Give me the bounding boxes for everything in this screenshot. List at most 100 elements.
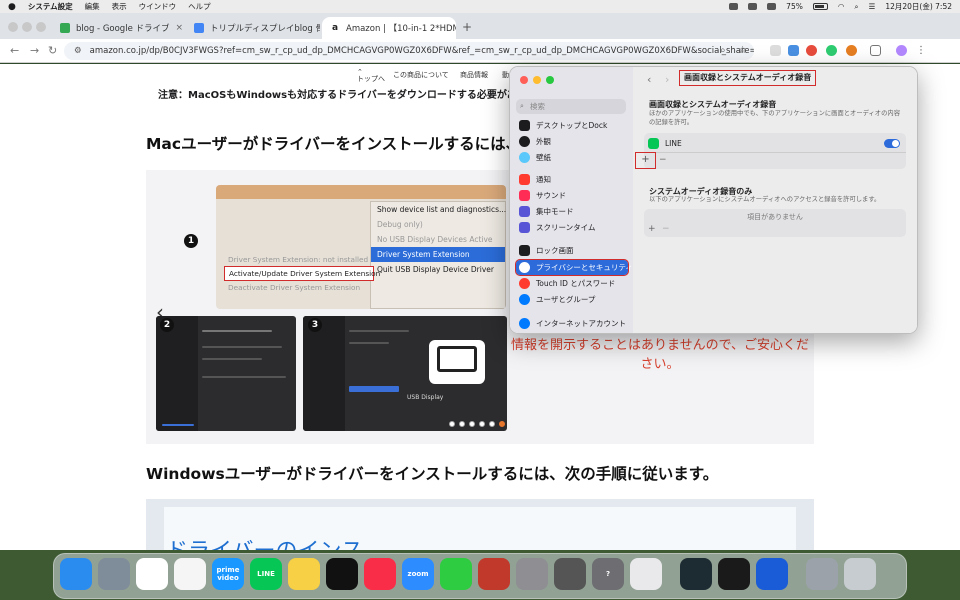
zoom-window-button[interactable] <box>546 76 554 84</box>
profile-avatar[interactable] <box>896 45 907 56</box>
dock-mouse-icon[interactable] <box>478 558 510 590</box>
dock-chrome-icon[interactable] <box>136 558 168 590</box>
dock-photos-icon[interactable] <box>174 558 206 590</box>
close-tab-icon[interactable]: × <box>170 23 184 33</box>
sidebar-item-sound[interactable]: サウンド <box>516 188 628 203</box>
extension-icon[interactable] <box>826 45 837 56</box>
minimize-window-button[interactable] <box>22 22 32 32</box>
browser-menu-icon[interactable]: ⋮ <box>916 45 927 56</box>
dock-downloads-icon[interactable] <box>806 558 838 590</box>
address-bar[interactable]: ⚙ amazon.co.jp/dp/B0CJV3FWGS?ref=cm_sw_r… <box>64 42 754 60</box>
extension-icon[interactable] <box>788 45 799 56</box>
battery-icon[interactable] <box>812 3 828 10</box>
dock-facetime-icon[interactable] <box>440 558 472 590</box>
browser-tab-active[interactable]: a Amazon | 【10-in-1 2*HDMI ハ × <box>322 17 456 39</box>
back-icon[interactable]: ← <box>10 44 19 57</box>
bookmark-star-icon[interactable]: ☆ <box>738 45 749 56</box>
subnav-about-link[interactable]: この商品について <box>393 70 449 80</box>
fingerprint-icon <box>519 278 530 289</box>
sidebar-item-appearance[interactable]: 外観 <box>516 134 628 149</box>
dock-zoom-icon[interactable]: zoom <box>402 558 434 590</box>
dock-notes-icon[interactable] <box>288 558 320 590</box>
menu-help[interactable]: ヘルプ <box>188 1 211 12</box>
extensions-puzzle-icon[interactable] <box>870 45 881 56</box>
dock-prime-video-icon[interactable]: prime video <box>212 558 244 590</box>
macos-menu-bar: ● システム設定 編集 表示 ウインドウ ヘルプ 75% ◠ ⌕ ☰ 12月20… <box>0 0 960 13</box>
sidebar-item-desktop-dock[interactable]: デスクトップとDock <box>516 118 628 133</box>
dock-music-icon[interactable] <box>364 558 396 590</box>
menu-view[interactable]: 表示 <box>112 1 127 12</box>
dock-line-icon[interactable]: LINE <box>250 558 282 590</box>
status-icon[interactable] <box>748 3 758 10</box>
zoom-lens-icon[interactable]: ⌕ <box>720 45 731 56</box>
dock-iphone-mirroring-icon[interactable] <box>630 558 662 590</box>
add-audio-app-button[interactable]: + <box>648 224 656 234</box>
dock-filmora-icon[interactable] <box>680 558 712 590</box>
browser-tab[interactable]: トリプルディスプレイblog 骨格 × <box>186 17 320 39</box>
settings-search-field[interactable]: ⌕ 検索 <box>516 99 626 114</box>
menu-window[interactable]: ウインドウ <box>139 1 177 12</box>
sidebar-item-touch-id[interactable]: Touch ID とパスワード <box>516 276 628 291</box>
subnav-top-link[interactable]: トップへ <box>357 74 385 84</box>
menu-system-settings[interactable]: システム設定 <box>28 1 73 12</box>
dock-1password-icon[interactable] <box>756 558 788 590</box>
forward-icon[interactable]: → <box>30 44 39 57</box>
step-number: 3 <box>308 318 322 332</box>
dock-help-icon[interactable]: ? <box>592 558 624 590</box>
sidebar-item-internet-accounts[interactable]: インターネットアカウント <box>516 316 628 331</box>
bluetooth-icon[interactable] <box>767 3 777 10</box>
dock-system-settings-icon[interactable] <box>516 558 548 590</box>
sidebar-item-privacy-security[interactable]: プライバシーとセキュリティ <box>515 259 633 276</box>
dock-calculator-icon[interactable] <box>554 558 586 590</box>
add-app-button[interactable]: + <box>635 152 656 169</box>
zoom-window-button[interactable] <box>36 22 46 32</box>
subnav-info-link[interactable]: 商品情報 <box>460 70 488 80</box>
system-settings-window: ⌕ 検索 デスクトップとDock 外観 壁紙 通知 サウンド 集中モード スクリ… <box>509 66 918 334</box>
sidebar-item-users-groups[interactable]: ユーザとグループ <box>516 292 628 307</box>
dock-finder-icon[interactable] <box>60 558 92 590</box>
screenshot-sidebar <box>303 316 345 431</box>
dock-clock-icon[interactable] <box>326 558 358 590</box>
driver-note: 注意：MacOSもWindowsも対応するドライバーをダウンロードする必要があり… <box>158 90 547 101</box>
browser-toolbar: ← → ↻ ⚙ amazon.co.jp/dp/B0CJV3FWGS?ref=c… <box>0 39 960 63</box>
dock-trash-icon[interactable] <box>844 558 876 590</box>
carousel-dot[interactable] <box>479 421 485 427</box>
carousel-dot[interactable] <box>469 421 475 427</box>
carousel-dot[interactable] <box>449 421 455 427</box>
reload-icon[interactable]: ↻ <box>48 44 57 57</box>
dock-quicktime-icon[interactable] <box>718 558 750 590</box>
search-icon[interactable]: ⌕ <box>854 2 858 12</box>
back-chevron-icon[interactable]: ‹ <box>647 73 651 86</box>
sidebar-item-focus[interactable]: 集中モード <box>516 204 628 219</box>
users-icon <box>519 294 530 305</box>
carousel-dot-active[interactable] <box>499 421 505 427</box>
sidebar-item-screen-time[interactable]: スクリーンタイム <box>516 220 628 235</box>
site-info-icon[interactable]: ⚙ <box>74 46 82 56</box>
wifi-icon[interactable]: ◠ <box>838 2 845 11</box>
settings-sidebar: ⌕ 検索 デスクトップとDock 外観 壁紙 通知 サウンド 集中モード スクリ… <box>510 67 633 333</box>
carousel-dot[interactable] <box>459 421 465 427</box>
apple-menu-icon[interactable]: ● <box>8 2 16 12</box>
close-window-button[interactable] <box>8 22 18 32</box>
extension-icon[interactable] <box>846 45 857 56</box>
subnav-more-link[interactable]: 動 <box>502 70 509 80</box>
dock-launchpad-icon[interactable] <box>98 558 130 590</box>
sidebar-item-wallpaper[interactable]: 壁紙 <box>516 150 628 165</box>
remove-audio-app-button[interactable]: − <box>662 224 670 234</box>
status-icon[interactable] <box>729 3 739 10</box>
forward-chevron-icon[interactable]: › <box>665 73 669 86</box>
line-permission-toggle[interactable] <box>884 139 900 148</box>
minimize-window-button[interactable] <box>533 76 541 84</box>
extension-icon[interactable] <box>770 45 781 56</box>
control-center-icon[interactable]: ☰ <box>869 2 876 11</box>
new-tab-button[interactable]: + <box>462 20 472 34</box>
carousel-dot[interactable] <box>489 421 495 427</box>
sidebar-item-notifications[interactable]: 通知 <box>516 172 628 187</box>
menubar-clock[interactable]: 12月20日(金) 7:52 <box>885 1 952 12</box>
remove-app-button[interactable]: − <box>659 155 667 165</box>
sidebar-item-lock-screen[interactable]: ロック画面 <box>516 243 628 258</box>
menu-edit[interactable]: 編集 <box>85 1 100 12</box>
close-window-button[interactable] <box>520 76 528 84</box>
browser-tab[interactable]: blog - Google ドライブ × <box>52 17 184 39</box>
extension-icon[interactable] <box>806 45 817 56</box>
